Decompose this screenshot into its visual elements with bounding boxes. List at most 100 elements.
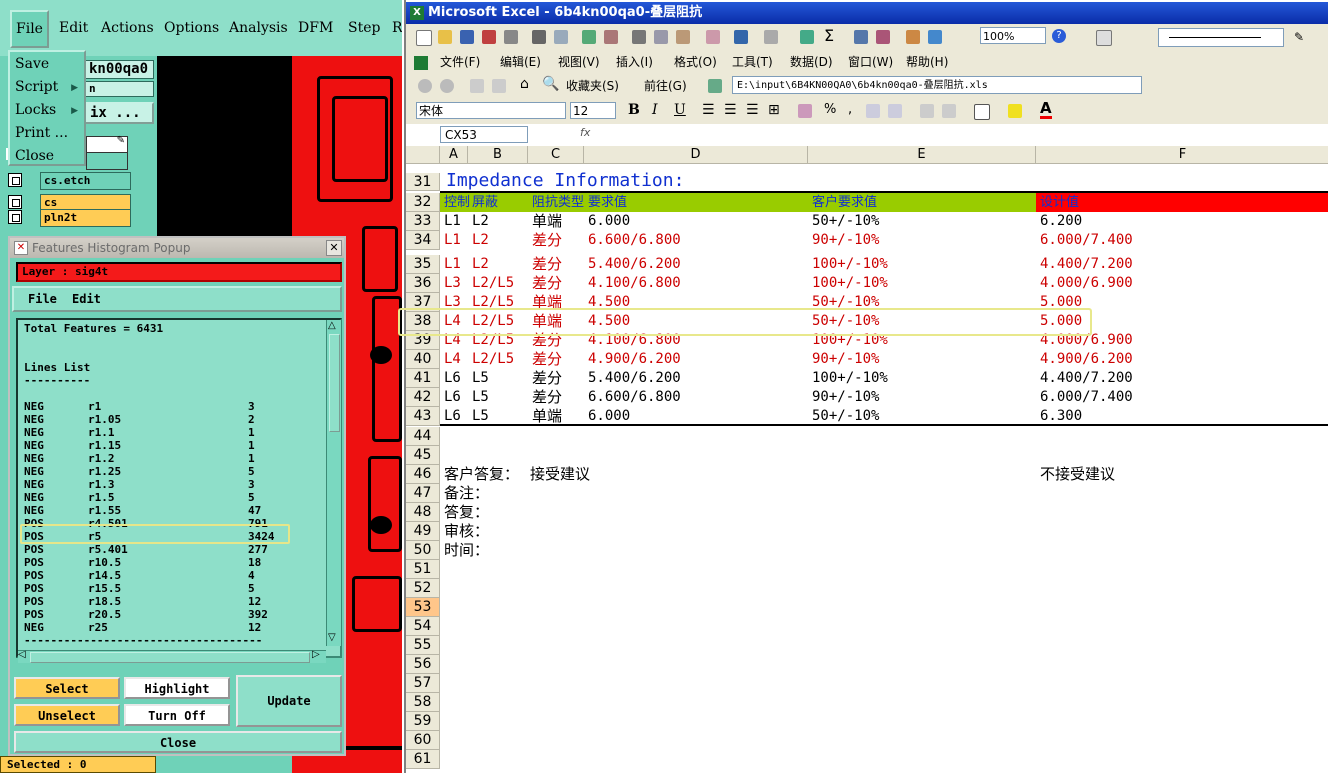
histogram-row[interactable]: NEG r1.25 5 — [24, 465, 314, 478]
cell-f[interactable]: 6.000/7.400 — [1040, 388, 1133, 407]
open-icon[interactable] — [438, 30, 452, 44]
histogram-row[interactable]: NEG r1.15 1 — [24, 439, 314, 452]
menu-actions[interactable]: Actions — [101, 0, 154, 56]
row-header[interactable]: 49 — [406, 522, 440, 541]
cell-d[interactable]: 6.600/6.800 — [588, 231, 681, 250]
hdr-control[interactable]: 控制 — [444, 193, 470, 212]
row-header[interactable]: 35 — [406, 255, 440, 274]
menu-item-close[interactable]: Close — [15, 148, 54, 164]
decrease-indent-icon[interactable] — [920, 104, 934, 118]
row-header[interactable]: 57 — [406, 674, 440, 693]
menu-edit[interactable]: 编辑(E) — [500, 50, 541, 74]
impedance-heading[interactable]: Impedance Information: — [446, 169, 684, 193]
histogram-row[interactable]: NEG r25 12 — [24, 621, 314, 634]
select-all-corner[interactable] — [406, 146, 440, 164]
cell-b[interactable]: L5 — [472, 388, 489, 407]
cell-e[interactable]: 90+/-10% — [812, 350, 879, 369]
worksheet-grid[interactable]: A B C D E F 31 Impedance Information: 32… — [398, 146, 1328, 773]
menu-format[interactable]: 格式(O) — [674, 50, 717, 74]
row-header[interactable]: 43 — [406, 407, 440, 426]
cell-f[interactable]: 4.000/6.900 — [1040, 274, 1133, 293]
col-header-b[interactable]: B — [468, 146, 528, 164]
menu-options[interactable]: Options — [164, 0, 219, 56]
cell-c[interactable]: 差分 — [532, 369, 562, 388]
forward-icon[interactable] — [440, 79, 454, 93]
cell-e[interactable]: 100+/-10% — [812, 369, 888, 388]
layer-checkbox[interactable] — [8, 210, 22, 224]
cell-f[interactable]: 4.400/7.200 — [1040, 255, 1133, 274]
cell-b[interactable]: L2 — [472, 255, 489, 274]
cell-c[interactable]: 单端 — [532, 212, 562, 231]
hdr-customer-required[interactable]: 客户要求值 — [812, 193, 877, 212]
row-header[interactable]: 33 — [406, 212, 440, 231]
cell-d[interactable]: 4.100/6.800 — [588, 274, 681, 293]
cell-a[interactable]: L6 — [444, 388, 461, 407]
menu-insert[interactable]: 插入(I) — [616, 50, 653, 74]
reply-label[interactable]: 答复： — [444, 503, 489, 522]
row-header[interactable]: 46 — [406, 465, 440, 484]
print-preview-icon[interactable] — [554, 30, 568, 44]
col-header-a[interactable]: A — [440, 146, 468, 164]
row-header[interactable]: 52 — [406, 579, 440, 598]
horizontal-scrollbar[interactable]: ◁ ▷ — [18, 649, 326, 663]
job-name-field[interactable]: kn00qa0 — [84, 60, 154, 79]
row-header[interactable]: 41 — [406, 369, 440, 388]
row-header[interactable]: 59 — [406, 712, 440, 731]
cell-b[interactable]: L2/L5 — [472, 350, 514, 369]
histogram-row[interactable]: POS r10.5 18 — [24, 556, 314, 569]
row-header[interactable]: 55 — [406, 636, 440, 655]
cell-e[interactable]: 100+/-10% — [812, 255, 888, 274]
autosum-icon[interactable]: Σ — [824, 26, 834, 45]
address-field[interactable]: E:\input\6B4KN00QA0\6b4kn00qa0-叠层阻抗.xls — [732, 76, 1142, 94]
histogram-row[interactable]: POS r20.5 392 — [24, 608, 314, 621]
cell-e[interactable]: 100+/-10% — [812, 274, 888, 293]
cell-c[interactable]: 差分 — [532, 350, 562, 369]
menu-edit[interactable]: Edit — [59, 0, 88, 56]
font-select[interactable]: 宋体 — [416, 102, 566, 119]
spelling-icon[interactable] — [582, 30, 596, 44]
cell-c[interactable]: 差分 — [532, 388, 562, 407]
stop-icon[interactable] — [470, 79, 484, 93]
accept-suggestion[interactable]: 接受建议 — [530, 465, 590, 484]
row-header[interactable]: 44 — [406, 427, 440, 446]
unselect-button[interactable]: Unselect — [14, 704, 120, 726]
update-button[interactable]: Update — [236, 675, 342, 727]
workbook-icon[interactable] — [414, 56, 428, 70]
col-header-d[interactable]: D — [584, 146, 808, 164]
hdr-shield[interactable]: 屏蔽 — [472, 193, 498, 212]
redo-icon[interactable] — [764, 30, 778, 44]
menu-item-save[interactable]: Save — [15, 56, 49, 72]
show-web-toolbar-icon[interactable] — [708, 79, 722, 93]
cell-f[interactable]: 4.900/6.200 — [1040, 350, 1133, 369]
row-header[interactable]: 36 — [406, 274, 440, 293]
chart-wizard-icon[interactable] — [906, 30, 920, 44]
cell-b[interactable]: L2 — [472, 212, 489, 231]
matrix-button[interactable]: ix ... — [84, 102, 154, 124]
row-header[interactable]: 48 — [406, 503, 440, 522]
merge-center-icon[interactable]: ⊞ — [768, 102, 780, 118]
cell-c[interactable]: 差分 — [532, 231, 562, 250]
cell-d[interactable]: 5.400/6.200 — [588, 369, 681, 388]
histogram-row[interactable]: NEG r1.3 3 — [24, 478, 314, 491]
bold-icon[interactable]: B — [628, 102, 640, 118]
cell-e[interactable]: 90+/-10% — [812, 388, 879, 407]
row-header[interactable]: 54 — [406, 617, 440, 636]
permission-icon[interactable] — [482, 30, 496, 44]
cell-d[interactable]: 5.400/6.200 — [588, 255, 681, 274]
currency-icon[interactable] — [798, 104, 812, 118]
fill-color-icon[interactable] — [1008, 104, 1022, 118]
vertical-scrollbar[interactable]: △ ▽ — [326, 320, 341, 646]
forms-icon[interactable] — [1096, 30, 1112, 46]
highlight-button[interactable]: Highlight — [124, 677, 230, 699]
comma-icon[interactable]: , — [848, 102, 852, 117]
cell-a[interactable]: L4 — [444, 350, 461, 369]
print-icon[interactable] — [532, 30, 546, 44]
row-header[interactable]: 40 — [406, 350, 440, 369]
decrease-decimal-icon[interactable] — [888, 104, 902, 118]
format-painter-icon[interactable] — [706, 30, 720, 44]
histogram-row[interactable]: NEG r1.5 5 — [24, 491, 314, 504]
new-icon[interactable] — [416, 30, 432, 46]
fx-icon[interactable]: fx — [580, 126, 590, 139]
hscroll-thumb[interactable] — [30, 652, 310, 663]
scroll-up-icon[interactable]: △ — [328, 320, 336, 331]
